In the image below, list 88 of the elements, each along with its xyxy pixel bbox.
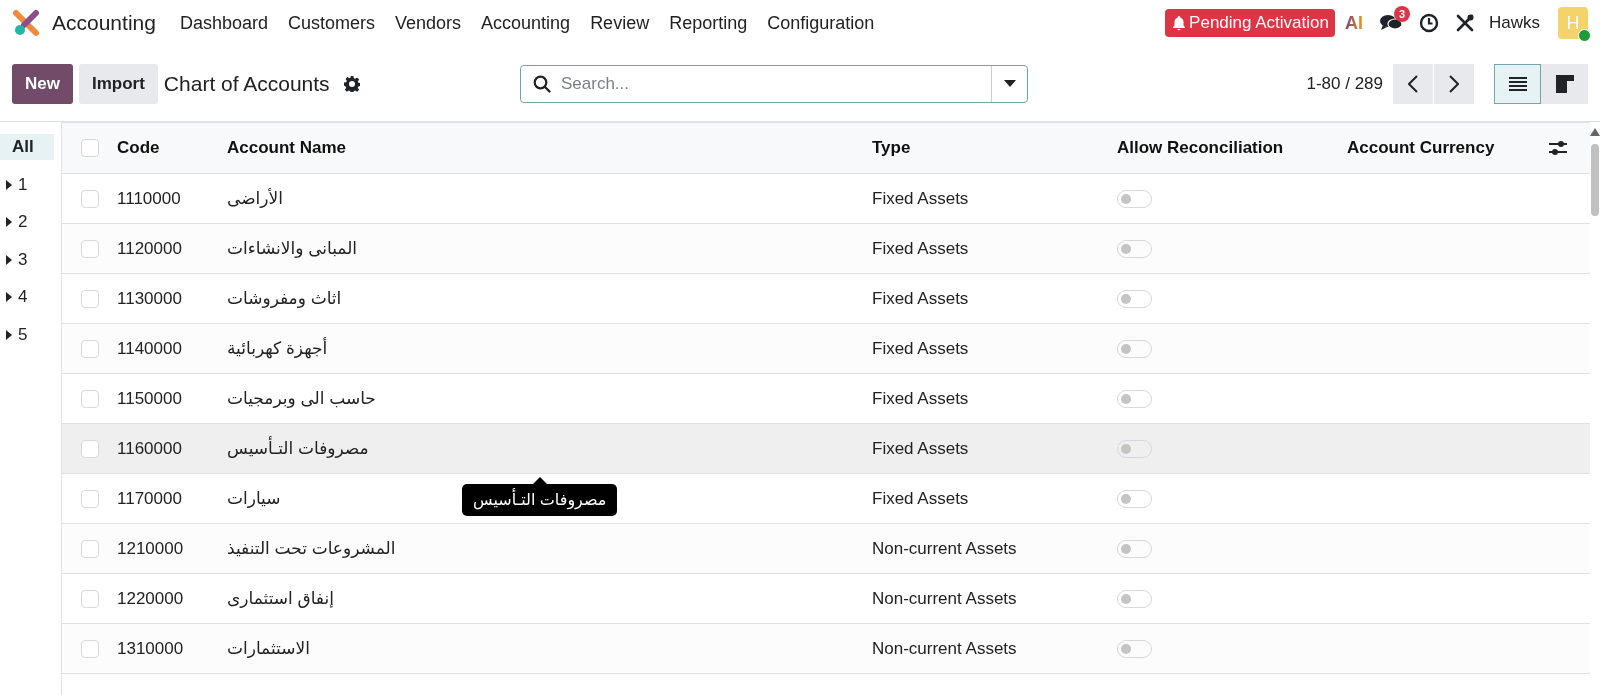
app-name[interactable]: Accounting — [52, 11, 156, 35]
kanban-icon — [1555, 74, 1574, 93]
account-name: إنفاق استثمارى — [227, 589, 334, 608]
account-type: Fixed Assets — [872, 288, 970, 309]
account-name: الأراضى — [227, 189, 283, 208]
message-count-badge: 3 — [1394, 6, 1410, 22]
row-checkbox[interactable] — [81, 489, 99, 508]
account-name: الاستثمارات — [227, 639, 310, 658]
account-name: حاسب الى وبرمجيات — [227, 389, 376, 408]
account-code: 1160000 — [117, 438, 183, 459]
settings-icon[interactable] — [343, 75, 360, 92]
category-item[interactable]: All — [0, 134, 54, 160]
column-header[interactable]: Type — [872, 138, 1117, 158]
column-settings-icon[interactable] — [1548, 139, 1568, 157]
account-type: Fixed Assets — [872, 188, 970, 209]
user-name[interactable]: Hawks — [1489, 13, 1540, 33]
row-checkbox[interactable] — [81, 539, 99, 558]
clock-icon[interactable] — [1419, 13, 1439, 33]
list-icon — [1508, 75, 1527, 92]
account-code: 1310000 — [117, 638, 185, 659]
account-name: المشروعات تحت التنفيذ — [227, 539, 396, 558]
category-item[interactable]: 1 — [0, 171, 54, 198]
account-type: Fixed Assets — [872, 238, 970, 259]
account-code: 1140000 — [117, 338, 183, 359]
scrollbar-thumb[interactable] — [1591, 144, 1599, 216]
tools-icon[interactable] — [1455, 13, 1475, 33]
caret-down-icon — [1003, 79, 1016, 88]
category-item[interactable]: 2 — [0, 209, 54, 235]
row-checkbox[interactable] — [81, 189, 99, 208]
kanban-view-button[interactable] — [1541, 63, 1588, 104]
menu-item[interactable]: Customers — [277, 6, 385, 40]
account-name: المبانى والانشاءات — [227, 239, 358, 258]
account-type: Fixed Assets — [872, 438, 970, 459]
category-item[interactable]: 5 — [0, 321, 54, 348]
bell-icon — [1171, 15, 1188, 31]
row-checkbox[interactable] — [81, 239, 99, 258]
select-all-checkbox[interactable] — [81, 139, 99, 157]
account-type: Fixed Assets — [872, 338, 970, 359]
menu-item[interactable]: Review — [580, 6, 660, 40]
account-name: اثاث ومفروشات — [227, 289, 342, 308]
row-checkbox[interactable] — [81, 589, 99, 608]
account-type: Non-current Assets — [872, 588, 1018, 609]
account-type: Fixed Assets — [872, 388, 970, 409]
row-checkbox[interactable] — [81, 289, 99, 308]
account-code: 1110000 — [117, 188, 182, 209]
status-badge[interactable]: Pending Activation — [1165, 9, 1335, 37]
menu-item[interactable]: Vendors — [385, 6, 472, 40]
account-name: سيارات — [227, 489, 281, 508]
row-checkbox[interactable] — [81, 389, 99, 408]
new-button[interactable]: New — [12, 63, 73, 104]
tooltip-arrow — [532, 477, 547, 484]
account-code: 1130000 — [117, 288, 183, 309]
scroll-up-icon[interactable] — [1590, 128, 1600, 136]
menu-item[interactable]: Accounting — [471, 6, 581, 40]
pager-value[interactable]: 1-80 / 289 — [1306, 73, 1383, 94]
page-title: Chart of Accounts — [163, 71, 330, 96]
account-code: 1120000 — [117, 238, 183, 259]
account-code: 1220000 — [117, 588, 185, 609]
row-checkbox[interactable] — [81, 639, 99, 658]
chevron-left-icon — [1408, 74, 1418, 93]
category-item[interactable]: 3 — [0, 246, 54, 273]
list-view-button[interactable] — [1494, 63, 1541, 104]
account-code: 1170000 — [117, 488, 183, 509]
search-input[interactable]: Search... — [551, 73, 991, 94]
column-header[interactable]: Allow Reconciliation — [1117, 138, 1347, 158]
account-type: Non-current Assets — [872, 638, 1018, 659]
account-type: Non-current Assets — [872, 538, 1018, 559]
import-button[interactable]: Import — [78, 63, 158, 104]
category-item[interactable]: 4 — [0, 284, 54, 310]
column-header[interactable]: Account Name — [227, 138, 872, 158]
next-page-button[interactable] — [1434, 63, 1474, 104]
column-header[interactable]: Code — [117, 138, 227, 158]
search-icon — [533, 74, 551, 93]
row-checkbox[interactable] — [81, 439, 99, 458]
chevron-right-icon — [1449, 74, 1459, 93]
app-logo-icon[interactable] — [12, 9, 40, 37]
previous-page-button[interactable] — [1393, 63, 1433, 104]
account-code: 1150000 — [117, 388, 183, 409]
account-name: أجهزة كهربائية — [227, 339, 328, 358]
account-type: Fixed Assets — [872, 488, 970, 509]
menu-item[interactable]: Reporting — [659, 6, 758, 40]
account-code: 1210000 — [117, 538, 185, 559]
search-bar[interactable]: Search... — [520, 64, 1028, 103]
row-checkbox[interactable] — [81, 339, 99, 358]
column-header[interactable]: Account Currency — [1347, 138, 1548, 158]
menu-item[interactable]: Configuration — [757, 6, 885, 40]
menu-item[interactable]: Dashboard — [169, 6, 278, 40]
tooltip: مصروفات التـأسيس — [462, 484, 618, 516]
